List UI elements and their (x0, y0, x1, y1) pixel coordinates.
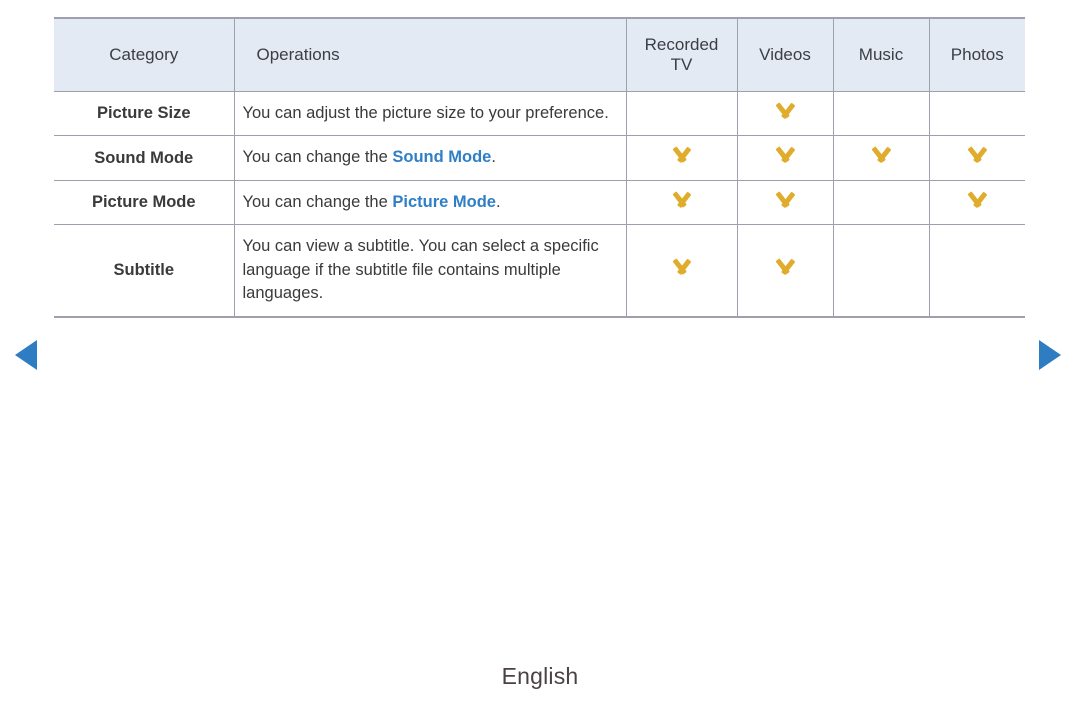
cell-music (833, 224, 930, 317)
cell-music (833, 180, 930, 226)
compatibility-table-container: Category Operations Recorded TV Videos M… (54, 17, 1025, 318)
cell-recorded-tv (626, 224, 738, 317)
cell-category: Sound Mode (54, 135, 235, 181)
column-header-recorded-tv-line1: Recorded (644, 34, 719, 54)
next-page-button[interactable] (1039, 340, 1065, 370)
chevron-down-icon (772, 104, 798, 119)
cell-photos (929, 91, 1025, 137)
table-row: Picture Mode You can change the Picture M… (54, 180, 1025, 226)
cell-recorded-tv (626, 135, 738, 181)
operations-text: . (491, 148, 496, 167)
chevron-down-icon (964, 148, 990, 163)
cell-operations: You can change the Sound Mode. (234, 135, 627, 181)
cell-category: Picture Size (54, 91, 235, 137)
operations-text: You can adjust the picture size to your … (242, 104, 609, 122)
operations-text: You can change the (242, 148, 393, 167)
chevron-down-icon (669, 193, 695, 208)
operations-text: . (495, 192, 501, 211)
chevron-down-icon (964, 193, 990, 208)
table-body: Picture Size You can adjust the picture s… (54, 91, 1025, 317)
operations-highlight-term: Sound Mode (392, 148, 492, 167)
column-header-recorded-tv: Recorded TV (626, 18, 738, 92)
table-header-row: Category Operations Recorded TV Videos M… (54, 18, 1025, 92)
cell-music (833, 91, 930, 137)
cell-operations: You can adjust the picture size to your … (234, 91, 627, 137)
cell-category: Subtitle (54, 224, 235, 317)
cell-category: Picture Mode (54, 180, 235, 226)
triangle-left-icon (15, 340, 37, 370)
column-header-operations: Operations (234, 18, 627, 92)
compatibility-table: Category Operations Recorded TV Videos M… (54, 17, 1025, 318)
cell-recorded-tv (626, 91, 738, 137)
column-header-music: Music (833, 18, 930, 92)
column-header-videos: Videos (737, 18, 834, 92)
previous-page-button[interactable] (15, 340, 41, 370)
operations-highlight-term: Picture Mode (392, 192, 496, 211)
chevron-down-icon (772, 260, 798, 275)
cell-operations: You can view a subtitle. You can select … (234, 224, 627, 317)
footer-language-label: English (501, 663, 579, 689)
table-row: Picture Size You can adjust the picture s… (54, 91, 1025, 137)
cell-videos (737, 224, 834, 317)
table-row: Subtitle You can view a subtitle. You can… (54, 224, 1025, 317)
operations-text: You can view a subtitle. You can select … (242, 237, 599, 303)
chevron-down-icon (669, 260, 695, 275)
chevron-down-icon (772, 193, 798, 208)
column-header-photos: Photos (929, 18, 1025, 92)
cell-music (833, 135, 930, 181)
cell-photos (929, 180, 1025, 226)
cell-videos (737, 180, 834, 226)
page-root: Category Operations Recorded TV Videos M… (0, 0, 1080, 705)
chevron-down-icon (868, 148, 894, 163)
cell-photos (929, 224, 1025, 317)
cell-operations: You can change the Picture Mode. (234, 180, 627, 226)
cell-videos (737, 91, 834, 137)
column-header-recorded-tv-line2: TV (670, 55, 693, 74)
triangle-right-icon (1039, 340, 1061, 370)
chevron-down-icon (669, 148, 695, 163)
table-row: Sound Mode You can change the Sound Mode. (54, 135, 1025, 181)
column-header-category: Category (54, 18, 235, 92)
operations-text: You can change the (242, 192, 393, 211)
cell-videos (737, 135, 834, 181)
cell-photos (929, 135, 1025, 181)
cell-recorded-tv (626, 180, 738, 226)
chevron-down-icon (772, 148, 798, 163)
table-header: Category Operations Recorded TV Videos M… (54, 18, 1025, 92)
